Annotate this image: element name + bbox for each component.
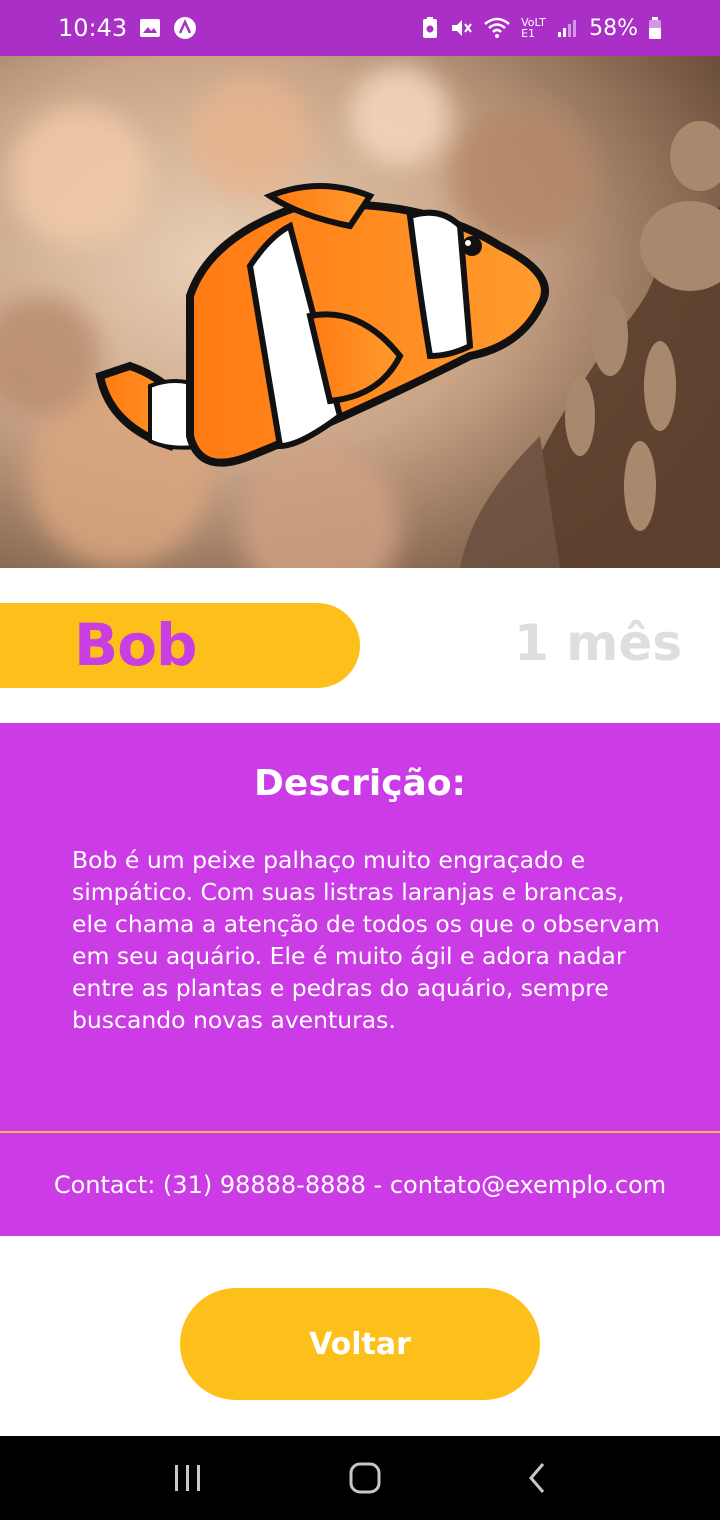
wifi-icon <box>483 17 511 39</box>
battery-saver-icon <box>421 16 439 40</box>
pet-photo <box>0 56 720 568</box>
home-icon[interactable] <box>348 1461 382 1495</box>
status-bar: 10:43 VoLTE1 58% <box>0 0 720 56</box>
signal-icon <box>557 18 579 38</box>
mute-icon <box>449 16 473 40</box>
pet-name-badge: Bob <box>0 603 360 688</box>
back-icon[interactable] <box>526 1461 548 1495</box>
network-label: VoLTE1 <box>521 16 546 40</box>
app-icon <box>173 16 197 40</box>
recent-apps-icon[interactable] <box>172 1463 204 1493</box>
status-time: 10:43 <box>58 14 128 42</box>
pet-name: Bob <box>74 611 198 679</box>
system-nav-bar <box>0 1436 720 1520</box>
description-section: Descrição: Bob é um peixe palhaço muito … <box>0 723 720 1131</box>
description-title: Descrição: <box>254 763 466 804</box>
pet-age: 1 mês <box>514 614 682 672</box>
image-icon <box>139 18 161 38</box>
pet-header: Bob 1 mês <box>0 568 720 723</box>
battery-icon <box>648 16 662 40</box>
contact-info: Contact: (31) 98888-8888 - contato@exemp… <box>0 1133 720 1236</box>
battery-percent: 58% <box>589 15 638 41</box>
description-text: Bob é um peixe palhaço muito engraçado e… <box>72 846 660 1034</box>
back-button[interactable]: Voltar <box>180 1288 540 1400</box>
